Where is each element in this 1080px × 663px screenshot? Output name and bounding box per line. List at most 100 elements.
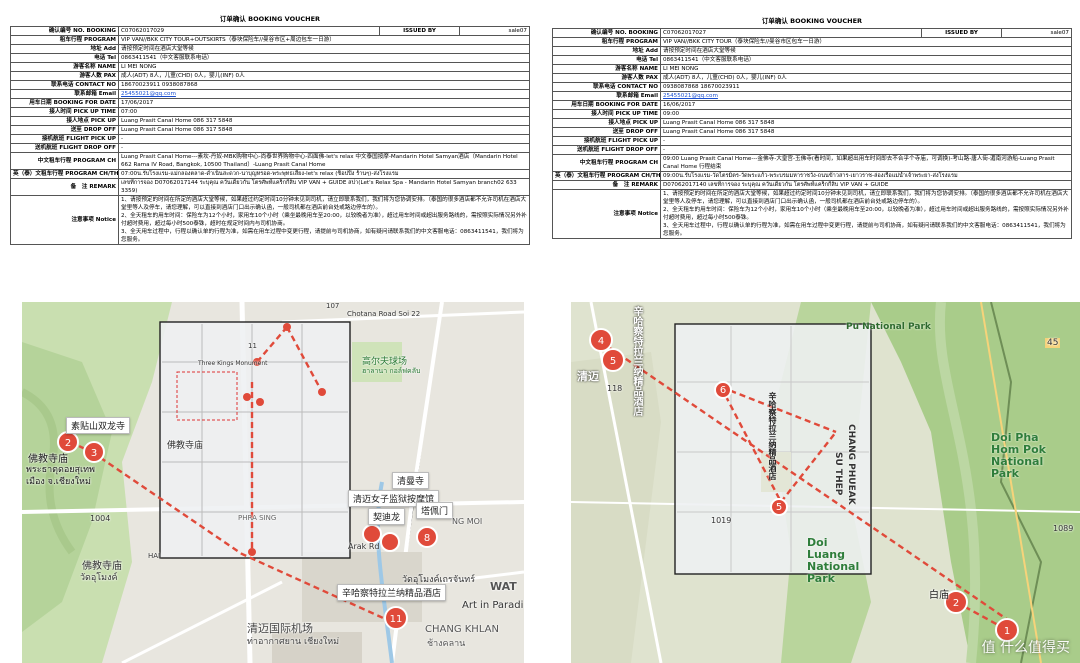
temple-th2-label: เมือง จ.เชียงใหม่	[26, 477, 91, 487]
voucher-row: 联系电话 CONTACT NO 0938087868 18670023911	[552, 82, 1072, 92]
row-label: 地址 Add	[10, 44, 119, 54]
row-value: Luang Prasit Canal Home---素坎-丹奴-MBK购物中心-…	[118, 152, 530, 170]
callout-tha-phae-gate: 塔佩门	[416, 502, 454, 519]
marker-4: 4	[598, 336, 604, 347]
row-label: 英（泰）文租车行程 PROGRAM CH/TH	[10, 169, 119, 179]
voucher-row: 中文租车行程 PROGRAM CH Luang Prasit Canal Home…	[10, 152, 530, 170]
row-value: เลขที่การจอง D07062017144 ระบุคุณ ควันเด…	[118, 178, 530, 196]
three-kings-label: Three Kings Monument	[198, 360, 268, 367]
marker-2: 2	[953, 598, 959, 609]
row-value: 18670023911 0938087868	[118, 80, 530, 90]
notice-item-3: 3、全天用车过程中，行程以确认单的行程为准，如需在用车过程中变更行程，请提前与司…	[663, 223, 1066, 237]
row-value: -	[118, 143, 530, 153]
voucher-row: 接人地点 PICK UP Luang Prasit Canal Home 086 …	[552, 118, 1072, 128]
row-value: Luang Prasit Canal Home 086 317 5848	[660, 127, 1072, 137]
notice-item-2: 2、全天租车的用车时间：保险车为12个小时，家用车10个小时（乘坐最晚用车至20…	[663, 207, 1069, 221]
row-value: VIP VAN//BKK CITY TOUR+OUTSKIRTS（泰块保险车//…	[118, 35, 530, 45]
row-value[interactable]: 25455021@qq.com	[660, 91, 1072, 101]
airport-th-label: ท่าอากาศยาน เชียงใหม่	[247, 637, 340, 647]
row-value: 0938087868 18670023911	[660, 82, 1072, 92]
row-label: 租车行程 PROGRAM	[552, 37, 661, 47]
voucher-row: 送机航班 FLIGHT DROP OFF -	[10, 143, 530, 153]
voucher-row: 游客人数 PAX 成人(ADT) 8人，儿童(CHD) 0人，婴儿(INF) 0人	[10, 71, 530, 81]
row-label: 租车行程 PROGRAM	[10, 35, 119, 45]
watermark: 值 什么值得买	[981, 640, 1070, 656]
row-label: 游客人数 PAX	[552, 73, 661, 83]
wat-th-label: วัดอุโมงค์เถรจันทร์	[402, 575, 476, 585]
voucher-table: 确认编号 NO. BOOKING C07062017027 ISSUED BY …	[552, 28, 1072, 239]
row-label: 联系邮箱 Email	[552, 91, 661, 101]
row-value: LI MEI NONG	[118, 62, 530, 72]
voucher-row: 用车日期 BOOKING FOR DATE 16/06/2017	[552, 100, 1072, 110]
voucher-row: 租车行程 PROGRAM VIP VAN//BKK CITY TOUR（泰块保险车…	[552, 37, 1072, 47]
row-value: 07:00น.รับโรงแรม-แม่กลองตลาด-ดำเนินสะดวก…	[118, 169, 530, 179]
chotana-road-label: Chotana Road Soi 22	[347, 310, 421, 318]
voucher-row: 英（泰）文租车行程 PROGRAM CH/TH 09:00น.รับโรงแรม-…	[552, 171, 1072, 181]
row-value: 请按预定时间在酒店大堂等候	[118, 44, 530, 54]
voucher-row: 接人时间 PICK UP TIME 07:00	[10, 107, 530, 117]
voucher-row: 接人地点 PICK UP Luang Prasit Canal Home 086 …	[10, 116, 530, 126]
row-value[interactable]: 25455021@qq.com	[118, 89, 530, 99]
voucher-row: 送至 DROP OFF Luang Prasit Canal Home 086 3…	[10, 125, 530, 135]
row-label: 送至 DROP OFF	[552, 127, 661, 137]
row-label: 接人时间 PICK UP TIME	[552, 109, 661, 119]
callout-doi-suthep: 素贴山双龙寺	[66, 417, 131, 434]
issued-by-value: sale07	[459, 26, 530, 36]
booking-no-label: 确认编号 NO. BOOKING	[552, 28, 661, 38]
row-value: -	[660, 136, 1072, 146]
booking-voucher-right: 订单确认 BOOKING VOUCHER 确认编号 NO. BOOKING C0…	[552, 14, 1072, 239]
row-label: 接机航班 FLIGHT PICK UP	[10, 134, 119, 144]
hai-label: HAI	[148, 552, 161, 560]
inset-hotel-label: 辛哈察特拉兰纳精品酒店	[768, 392, 777, 480]
row-label: 地址 Add	[552, 46, 661, 56]
voucher-row: 联系电话 CONTACT NO 18670023911 0938087868	[10, 80, 530, 90]
voucher-row: 送机航班 FLIGHT DROP OFF -	[552, 145, 1072, 155]
voucher-row: 电话 Tel 0863411541（中文客服联系电话）	[552, 55, 1072, 65]
voucher-row-notice: 注意事项 Notice 1、请按预定的时间在所定的酒店大堂等候，如果超过约定时间…	[552, 189, 1072, 239]
temple-area2-th-label: วัดอุโมงค์	[80, 573, 118, 583]
row-label: 中文租车行程 PROGRAM CH	[10, 152, 119, 170]
arak-rd-label: Arak Rd	[348, 542, 380, 551]
notice-text: 1、请按预定的时间在所定的酒店大堂等候，如果超过约定时间10分钟未见到司机，请立…	[118, 195, 530, 245]
issued-by-label: ISSUED BY	[379, 26, 460, 36]
su-thep-label: SU THEP	[833, 452, 843, 496]
road-118-label: 118	[607, 384, 623, 393]
doi-luang-label: Doi Luang National Park	[807, 536, 860, 585]
booking-voucher-left: 订单确认 BOOKING VOUCHER 确认编号 NO. BOOKING C0…	[10, 12, 530, 245]
row-label: 电话 Tel	[552, 55, 661, 65]
voucher-row: 租车行程 PROGRAM VIP VAN//BKK CITY TOUR+OUTSK…	[10, 35, 530, 45]
marker-6: 6	[720, 385, 726, 396]
row-label: 送机航班 FLIGHT DROP OFF	[552, 145, 661, 155]
marker-11: 11	[390, 614, 403, 625]
voucher-row-notice: 注意事项 Notice 1、请按预定的时间在所定的酒店大堂等候，如果超过约定时间…	[10, 195, 530, 245]
callout-hotel: 辛哈察特拉兰纳精品酒店	[337, 584, 447, 601]
row-label: 用车日期 BOOKING FOR DATE	[10, 98, 119, 108]
notice-item-1: 1、请按预定的时间在所定的酒店大堂等候，如果超过约定时间10分钟未见到司机，请立…	[121, 197, 527, 211]
row-label: 电话 Tel	[10, 53, 119, 63]
row-value: -	[118, 134, 530, 144]
row-value: 17/06/2017	[118, 98, 530, 108]
road-1089-label: 1089	[1053, 524, 1074, 533]
map-chiang-mai-region: 4 5 6 5 2 1 辛哈察特拉兰纳精品酒店 清迈 辛哈察特拉兰纳精品酒店 D…	[571, 302, 1080, 663]
row-label: 接人地点 PICK UP	[552, 118, 661, 128]
marker-5b: 5	[776, 502, 782, 513]
row-value: LI MEI NONG	[660, 64, 1072, 74]
voucher-row: 联系邮箱 Email 25455021@qq.com	[552, 91, 1072, 101]
row-label: 备 注 REMARK	[552, 180, 661, 190]
voucher-row-booking: 确认编号 NO. BOOKING C07062017029 ISSUED BY …	[10, 26, 530, 36]
row-label: 用车日期 BOOKING FOR DATE	[552, 100, 661, 110]
voucher-row: 备 注 REMARK D07062017140 เลขที่การจอง ระบุ…	[552, 180, 1072, 190]
voucher-row: 游客名称 NAME LI MEI NONG	[552, 64, 1072, 74]
chang-phueak-label: CHANG PHUEAK	[846, 424, 856, 505]
row-value: Luang Prasit Canal Home 086 317 5848	[660, 118, 1072, 128]
voucher-row: 接机航班 FLIGHT PICK UP -	[552, 136, 1072, 146]
callout-chedi-luang: 契迪龙	[368, 508, 406, 525]
chang-khlan-label: CHANG KHLAN	[425, 624, 499, 635]
white-temple-label: 白庙	[929, 590, 949, 601]
booking-no-value: C07062017027	[660, 28, 922, 38]
issued-by-label: ISSUED BY	[921, 28, 1002, 38]
row-value: 16/06/2017	[660, 100, 1072, 110]
map-chiang-mai-city: 2 3 8 11 素贴山双龙寺 清曼寺 清迈女子监狱按摩馆 契迪龙 塔佩门 辛哈…	[22, 302, 524, 663]
voucher-row: 联系邮箱 Email 25455021@qq.com	[10, 89, 530, 99]
row-label: 中文租车行程 PROGRAM CH	[552, 154, 661, 172]
